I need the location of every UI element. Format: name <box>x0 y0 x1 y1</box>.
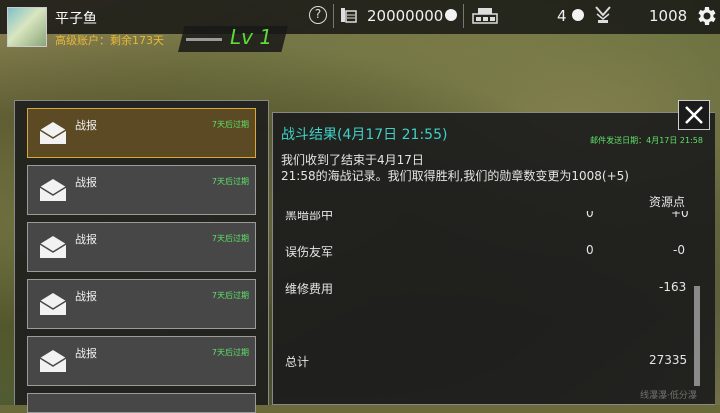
mail-title: 战报 <box>75 176 97 189</box>
mail-item[interactable]: 战报 7天后过期 <box>27 279 256 329</box>
row-value: 0 <box>586 211 594 220</box>
mail-item[interactable]: 战报 7天后过期 <box>27 222 256 272</box>
watermark: 线瀑瀑·低分瀑 <box>640 391 697 401</box>
row-value: 0 <box>586 243 594 257</box>
detail-body-line: 21:58的海战记录。我们取得胜利,我们的勋章数变更为1008(+5) <box>281 169 629 183</box>
scrollbar[interactable] <box>694 286 700 386</box>
mail-title: 战报 <box>75 119 97 132</box>
row-label: 维修费用 <box>285 282 334 296</box>
row-label: 总计 <box>285 355 310 369</box>
mail-item[interactable]: 战报 7天后过期 <box>27 336 256 386</box>
mail-expire: 7天后过期 <box>211 348 249 357</box>
close-button[interactable] <box>678 100 710 130</box>
fuel-icon <box>341 8 357 23</box>
row-value: 27335 <box>649 353 688 367</box>
mail-item[interactable]: 战报 7天后过期 <box>27 165 256 215</box>
row-value: -163 <box>659 280 687 294</box>
envelope-icon <box>39 350 67 372</box>
divider <box>333 4 334 28</box>
mail-expire: 7天后过期 <box>211 291 249 300</box>
divider <box>463 4 464 28</box>
mail-item[interactable] <box>27 393 256 413</box>
coin-icon <box>445 9 457 21</box>
avatar[interactable] <box>7 7 47 47</box>
detail-body: 我们收到了结束于4月17日 21:58的海战记录。我们取得胜利,我们的勋章数变更… <box>281 152 701 184</box>
gear-icon[interactable] <box>694 4 718 28</box>
row-value: +0 <box>671 211 689 220</box>
detail-body-line: 我们收到了结束于4月17日 <box>281 153 424 167</box>
mail-title: 战报 <box>75 233 97 246</box>
player-name: 平子鱼 <box>55 11 97 27</box>
row-label: 误伤友军 <box>285 245 334 259</box>
mail-title: 战报 <box>75 290 97 303</box>
envelope-icon <box>39 179 67 201</box>
medals-value: 1008 <box>649 7 688 25</box>
result-table[interactable]: 黑暗部中 0 +0 误伤友军 0 -0 维修费用 -163 总计 27335 <box>273 211 716 406</box>
coin-icon <box>572 9 584 21</box>
mail-item[interactable]: 战报 7天后过期 <box>27 108 256 158</box>
envelope-icon <box>39 293 67 315</box>
row-label: 黑暗部中 <box>285 211 334 222</box>
row-value: -0 <box>673 243 685 257</box>
player-level: Lv 1 <box>230 25 273 49</box>
medal-icon <box>595 6 611 23</box>
experience-bar <box>186 38 222 41</box>
mail-detail-panel: 战斗结果(4月17日 21:55) 邮件发送日期：4月17日 21:58 我们收… <box>272 112 715 405</box>
envelope-icon <box>39 236 67 258</box>
mail-expire: 7天后过期 <box>211 177 249 186</box>
column-header: 资源点 <box>648 195 685 209</box>
detail-title: 战斗结果(4月17日 21:55) <box>281 127 448 143</box>
mail-expire: 7天后过期 <box>211 120 249 129</box>
help-icon[interactable]: ? <box>309 6 327 24</box>
mail-list-panel: 战报 7天后过期 战报 7天后过期 战报 7天后过期 战报 7天后过期 战报 7… <box>14 100 269 413</box>
sent-date: 邮件发送日期：4月17日 21:58 <box>590 136 703 145</box>
warehouse-icon <box>472 8 498 24</box>
close-icon <box>685 106 703 124</box>
currency-value: 20000000 <box>367 7 444 25</box>
items-value: 4 <box>557 7 567 25</box>
mail-title: 战报 <box>75 347 97 360</box>
mail-expire: 7天后过期 <box>211 234 249 243</box>
envelope-icon <box>39 122 67 144</box>
account-status: 高级账户：剩余173天 <box>55 34 164 47</box>
